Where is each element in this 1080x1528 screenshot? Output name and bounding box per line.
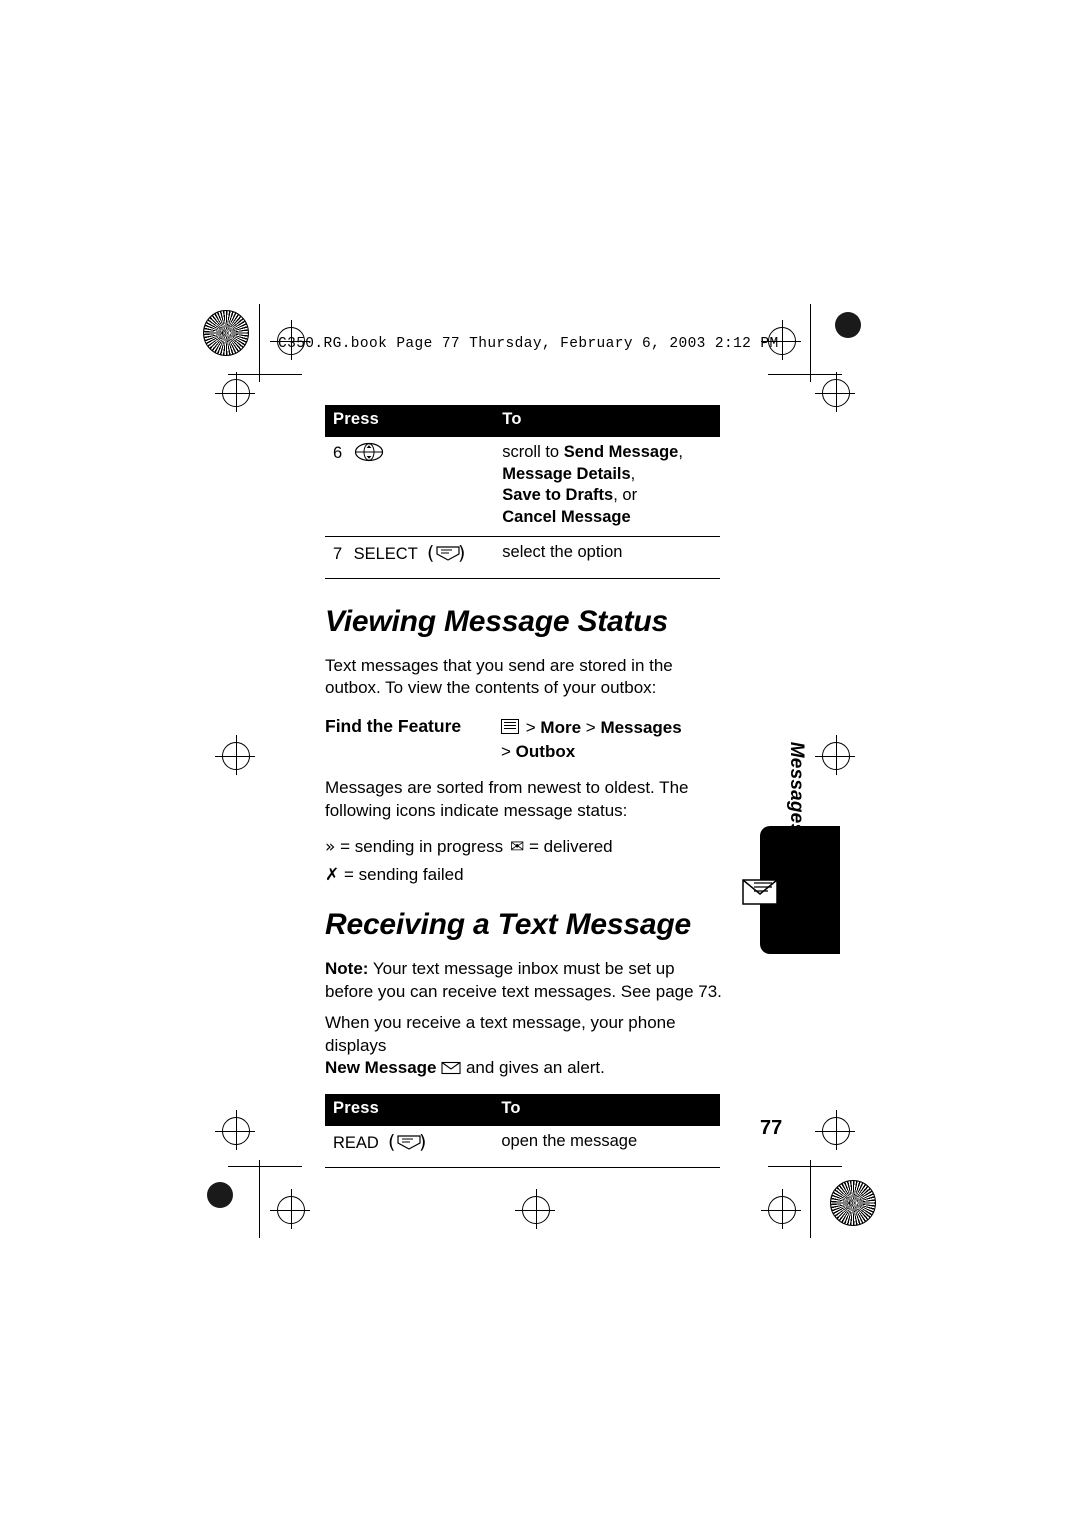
trim-line-bottom-right [768, 1166, 842, 1167]
trim-line-right-bottom [810, 1160, 811, 1238]
table-row: 7 SELECT ( ) select the option [325, 535, 720, 579]
registration-cross-bottom-right [761, 1189, 801, 1229]
svg-text:(: ( [427, 542, 434, 564]
svg-text:(: ( [388, 1131, 395, 1153]
section-heading-receiving-a-text-message: Receiving a Text Message [325, 908, 691, 942]
trim-line-top-left [228, 374, 302, 375]
table-header-row: Press To [325, 1094, 720, 1126]
svg-text:): ) [458, 542, 465, 564]
trim-line-left-bottom [259, 1160, 260, 1238]
find-the-feature-label: Find the Feature [325, 716, 462, 737]
status-icon-row: ✗ = sending failed [325, 861, 725, 890]
registration-star-top-left [203, 310, 249, 356]
section-1-paragraph: Text messages that you send are stored i… [325, 655, 673, 698]
registration-star-bottom-right [830, 1180, 876, 1226]
page-number: 77 [760, 1117, 783, 1139]
section-2-paragraph-tail: and gives an alert. [461, 1058, 605, 1078]
registration-cross-left-upper [215, 372, 255, 412]
to-cell-step-6: scroll to Send Message, Message Details,… [494, 436, 720, 536]
trim-line-right [810, 304, 811, 382]
new-message-label: New Message [325, 1058, 437, 1078]
to-cell-step-7: select the option [494, 535, 720, 579]
press-cell-step-6: 6 [325, 436, 494, 536]
svg-text:): ) [419, 1131, 426, 1153]
registration-cross-bottom-left [270, 1189, 310, 1229]
path-item-more: More [540, 718, 582, 738]
find-the-feature-path: > More > Messages > Outbox [501, 716, 682, 763]
registration-cross-bottom-center [515, 1189, 555, 1229]
to-cell-read: open the message [493, 1125, 720, 1168]
registration-cross-left-lower [215, 1110, 255, 1150]
envelope-inline-icon [441, 1059, 461, 1082]
navigation-key-icon [354, 442, 384, 462]
delivered-icon: ✉ [510, 836, 525, 857]
table-row: 6 scroll to Send Message, Message Detail… [325, 436, 720, 536]
registration-dot-bottom-left [207, 1182, 233, 1208]
table-header-press: Press [325, 1094, 494, 1126]
section-2-paragraph: When you receive a text message, your ph… [325, 1012, 725, 1082]
status-label: = delivered [528, 836, 613, 856]
status-label: = sending in progress [340, 836, 504, 856]
path-item-outbox: Outbox [515, 741, 576, 761]
table-header-press: Press [325, 405, 495, 437]
status-icon-row: » = sending in progress ✉ = delivered [325, 833, 725, 862]
registration-cross-left-mid [215, 735, 255, 775]
sending-failed-icon: ✗ [325, 865, 340, 886]
to-line: Message Details, [502, 464, 636, 483]
path-separator: > [585, 718, 596, 738]
page-content: Press To 6 scroll to Send Message, Messa… [325, 405, 725, 1168]
soft-key-icon: ( ) [386, 1131, 426, 1160]
path-separator: > [501, 741, 511, 761]
registration-cross-right-lower [815, 1110, 855, 1150]
table-row: READ ( ) open the message [325, 1125, 720, 1168]
path-item-messages: Messages [600, 718, 682, 738]
table-header-row: Press To [325, 405, 720, 437]
read-key-label: READ [333, 1133, 379, 1152]
to-line: Cancel Message [502, 508, 631, 527]
sending-in-progress-icon: » [325, 836, 336, 857]
section-2-paragraph-text: When you receive a text message, your ph… [325, 1012, 676, 1055]
press-cell-step-7: 7 SELECT ( ) [325, 535, 495, 579]
press-cell-read: READ ( ) [325, 1125, 494, 1168]
select-key-label: SELECT [353, 544, 418, 563]
section-2-note: Note: Your text message inbox must be se… [325, 958, 725, 1004]
step-number: 6 [333, 443, 343, 462]
table-header-to: To [494, 405, 720, 437]
trim-line-bottom-left [228, 1166, 302, 1167]
status-icon-list: » = sending in progress ✉ = delivered ✗ … [325, 833, 725, 891]
press-to-table-top: Press To 6 scroll to Send Message, Messa… [325, 405, 720, 579]
path-separator: > [525, 718, 536, 738]
status-item-delivered: ✉ = delivered [510, 833, 613, 862]
registration-cross-right-upper [815, 372, 855, 412]
step-number: 7 [333, 544, 343, 563]
note-text: Your text message inbox must be set up b… [325, 959, 722, 1002]
note-label: Note: [325, 959, 369, 979]
section-heading-viewing-message-status: Viewing Message Status [325, 604, 668, 638]
to-line: Save to Drafts, or [502, 486, 638, 505]
envelope-icon [742, 870, 788, 912]
section-1-paragraph-2: Messages are sorted from newest to oldes… [325, 778, 689, 820]
soft-key-icon: ( ) [425, 542, 465, 571]
press-to-table-bottom: Press To READ ( ) open the message [325, 1094, 720, 1168]
trim-line-top-right [768, 374, 842, 375]
status-label: = sending failed [343, 865, 464, 885]
registration-dot-top-right [835, 312, 861, 338]
menu-key-icon [501, 719, 519, 735]
to-line: scroll to Send Message, [502, 442, 683, 461]
table-header-to: To [493, 1094, 720, 1126]
book-header: C350.RG.book Page 77 Thursday, February … [278, 336, 779, 352]
status-item-sending-in-progress: » = sending in progress [325, 833, 510, 862]
find-the-feature-row: Find the Feature > More > Messages > Out… [325, 716, 725, 763]
trim-line-left [259, 304, 260, 382]
